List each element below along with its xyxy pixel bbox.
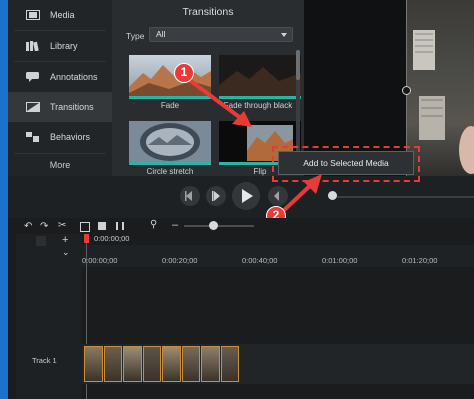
camtasia-window: Media Library Annotations Transitions Be… <box>8 0 474 399</box>
callout-badge-1: 1 <box>174 63 194 83</box>
sidebar-item-annotations[interactable]: Annotations <box>8 62 112 92</box>
tick-label: 0:00:00;00 <box>82 256 118 265</box>
sidebar-item-label: Transitions <box>50 102 94 112</box>
more-button[interactable]: More <box>8 154 112 176</box>
playhead-marker[interactable] <box>84 234 89 243</box>
track-label: Track 1 <box>32 356 57 365</box>
tick-label: 0:01:20;00 <box>402 256 438 265</box>
tools-sidebar: Media Library Annotations Transitions Be… <box>8 0 112 176</box>
transition-icon <box>26 102 40 112</box>
collapse-tracks-button[interactable] <box>36 236 46 246</box>
previous-frame-button[interactable] <box>180 186 200 206</box>
type-dropdown[interactable]: All <box>149 27 293 42</box>
track-header-column: + ⌄ Track 1 <box>16 234 82 399</box>
sidebar-item-label: Media <box>50 10 75 20</box>
media-clip[interactable] <box>142 346 161 382</box>
cut-icon[interactable]: ✂ <box>58 220 66 231</box>
tick-label: 0:00:20;00 <box>162 256 198 265</box>
zoom-slider-handle[interactable] <box>209 221 218 230</box>
sidebar-item-label: Library <box>50 41 78 51</box>
media-clip[interactable] <box>162 346 181 382</box>
sidebar-item-label: Behaviors <box>50 132 91 142</box>
thumb-label-circle-stretch: Circle stretch <box>146 167 194 176</box>
behaviors-icon <box>26 132 40 142</box>
zoom-search-icon[interactable]: ⚲ <box>150 219 157 230</box>
paste-icon[interactable] <box>98 222 106 230</box>
canvas-resize-handle[interactable] <box>402 86 411 95</box>
tick-label: 0:00:40;00 <box>242 256 278 265</box>
zoom-slider-track[interactable] <box>184 225 254 227</box>
tick-label: 0:01:00;00 <box>322 256 358 265</box>
more-label: More <box>49 160 71 170</box>
media-clip[interactable] <box>103 346 122 382</box>
film-icon <box>26 10 40 20</box>
media-clip[interactable] <box>123 346 142 382</box>
add-track-icon[interactable]: + <box>62 234 68 246</box>
chevron-down-icon[interactable]: ⌄ <box>62 248 70 258</box>
media-clip[interactable] <box>220 346 239 382</box>
media-clip[interactable] <box>201 346 220 382</box>
sidebar-item-library[interactable]: Library <box>8 31 112 61</box>
chevron-down-icon <box>281 33 287 37</box>
redo-icon[interactable]: ↷ <box>40 221 48 232</box>
copy-icon[interactable] <box>80 222 90 232</box>
scrollbar-thumb[interactable] <box>296 50 300 80</box>
split-icon[interactable] <box>116 222 124 230</box>
play-button[interactable] <box>232 182 260 210</box>
sidebar-item-transitions[interactable]: Transitions <box>8 92 112 122</box>
type-value: All <box>156 29 166 39</box>
scrub-track[interactable] <box>328 196 474 198</box>
sidebar-item-media[interactable]: Media <box>8 0 112 30</box>
library-icon <box>26 41 40 52</box>
step-back-button[interactable] <box>206 186 226 206</box>
timeline-toolbar: ↶ ↷ ✂ ⚲ – <box>8 218 474 234</box>
zoom-out-icon[interactable]: – <box>172 219 178 231</box>
panel-title: Transitions <box>182 6 234 18</box>
playhead-time: 0:00:00;00 <box>94 234 130 243</box>
media-clip[interactable] <box>181 346 200 382</box>
speech-bubble-icon <box>26 72 40 82</box>
undo-icon[interactable]: ↶ <box>24 221 32 232</box>
type-label: Type <box>126 31 145 41</box>
player-controls <box>8 176 474 218</box>
media-clip[interactable] <box>84 346 103 382</box>
sidebar-item-label: Annotations <box>50 72 98 82</box>
sidebar-item-behaviors[interactable]: Behaviors <box>8 122 112 152</box>
